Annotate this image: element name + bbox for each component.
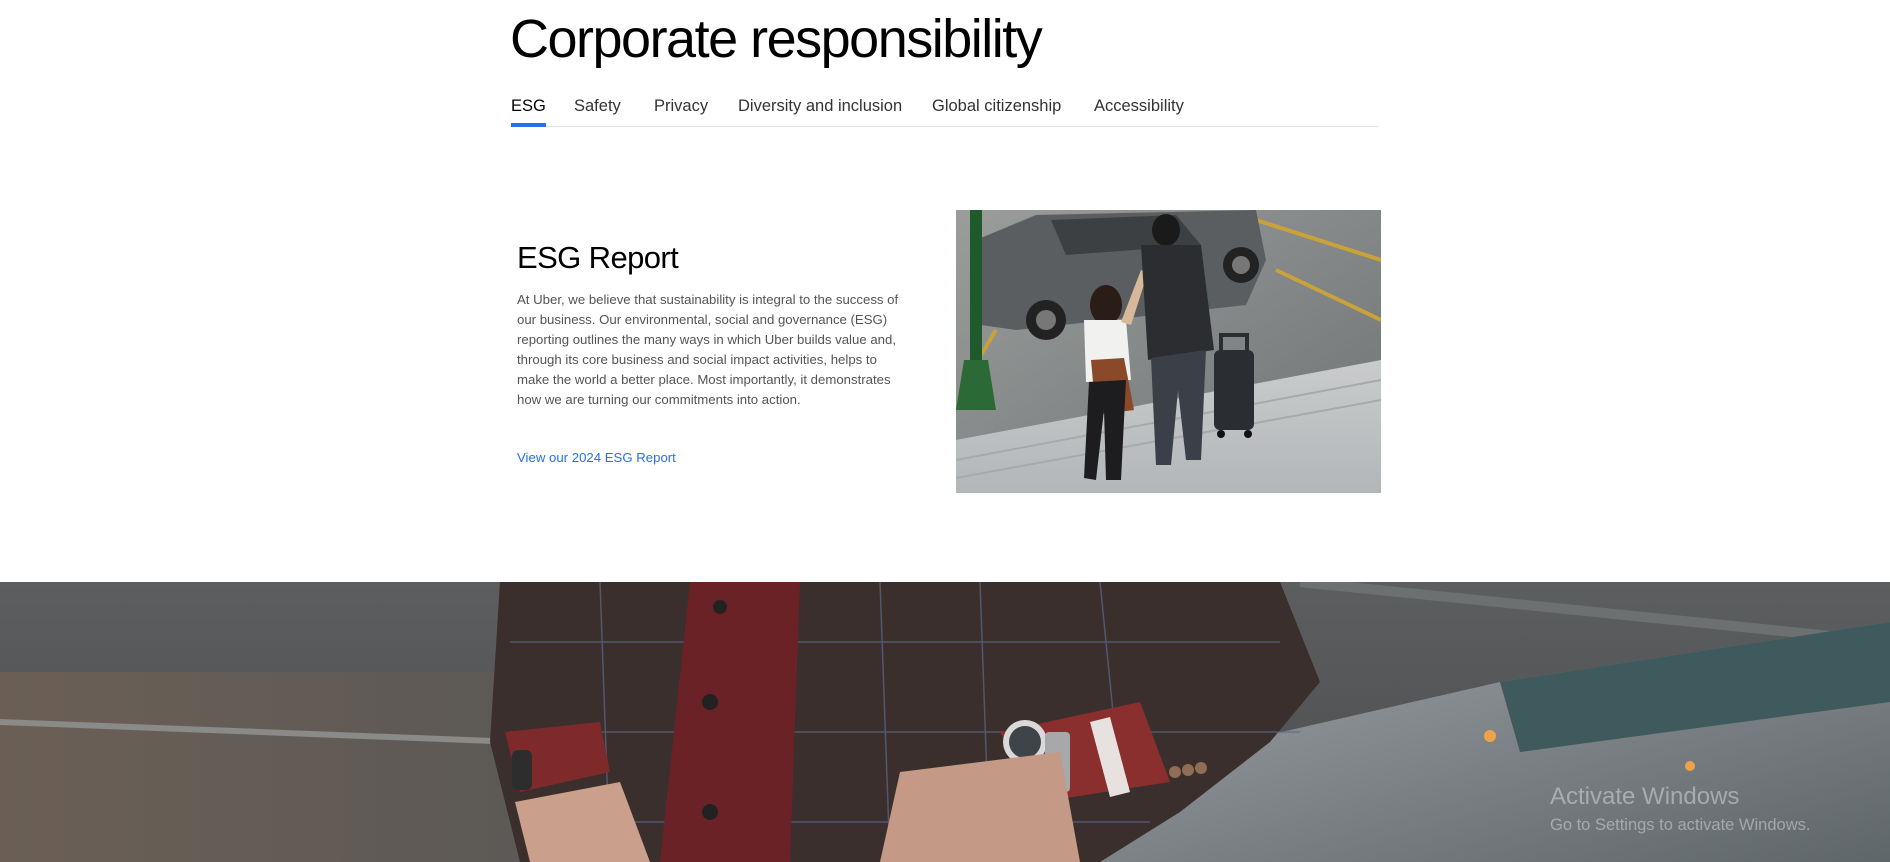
tab-esg[interactable]: ESG <box>511 92 546 127</box>
tab-privacy[interactable]: Privacy <box>654 92 708 126</box>
view-esg-report-link[interactable]: View our 2024 ESG Report <box>517 449 676 467</box>
tab-label: Accessibility <box>1094 97 1184 115</box>
couple-with-suitcase-photo <box>956 210 1381 493</box>
tab-accessibility[interactable]: Accessibility <box>1094 92 1184 126</box>
active-tab-indicator <box>511 123 546 127</box>
page-title: Corporate responsibility <box>510 9 1043 69</box>
esg-report-description: At Uber, we believe that sustainability … <box>517 292 899 407</box>
tab-diversity-and-inclusion[interactable]: Diversity and inclusion <box>738 92 902 126</box>
esg-report-title: ESG Report <box>517 240 679 275</box>
tab-label: Diversity and inclusion <box>738 97 903 115</box>
tab-label: Global citizenship <box>932 97 1062 115</box>
man-in-suit-leaning-on-car-photo <box>0 582 1890 862</box>
tab-label: Privacy <box>654 97 709 115</box>
tab-label: ESG <box>511 97 546 115</box>
tab-safety[interactable]: Safety <box>574 92 621 126</box>
tab-label: Safety <box>574 97 621 115</box>
tab-global-citizenship[interactable]: Global citizenship <box>932 92 1061 126</box>
section-tabs: ESG Safety Privacy Diversity and inclusi… <box>511 92 1378 127</box>
